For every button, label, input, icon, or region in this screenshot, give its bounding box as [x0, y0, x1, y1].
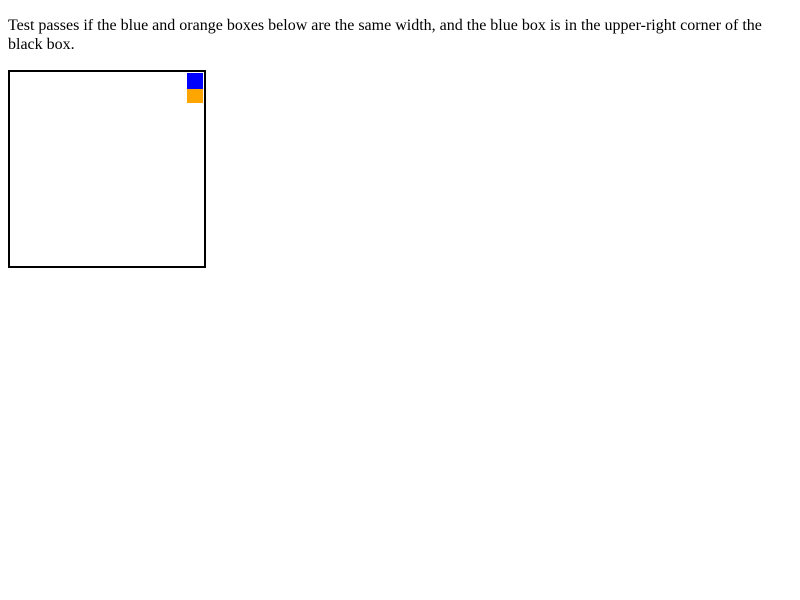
blue-box — [187, 73, 203, 89]
black-bordered-container — [8, 70, 206, 268]
orange-box — [187, 89, 203, 103]
test-instruction-text: Test passes if the blue and orange boxes… — [8, 17, 762, 53]
